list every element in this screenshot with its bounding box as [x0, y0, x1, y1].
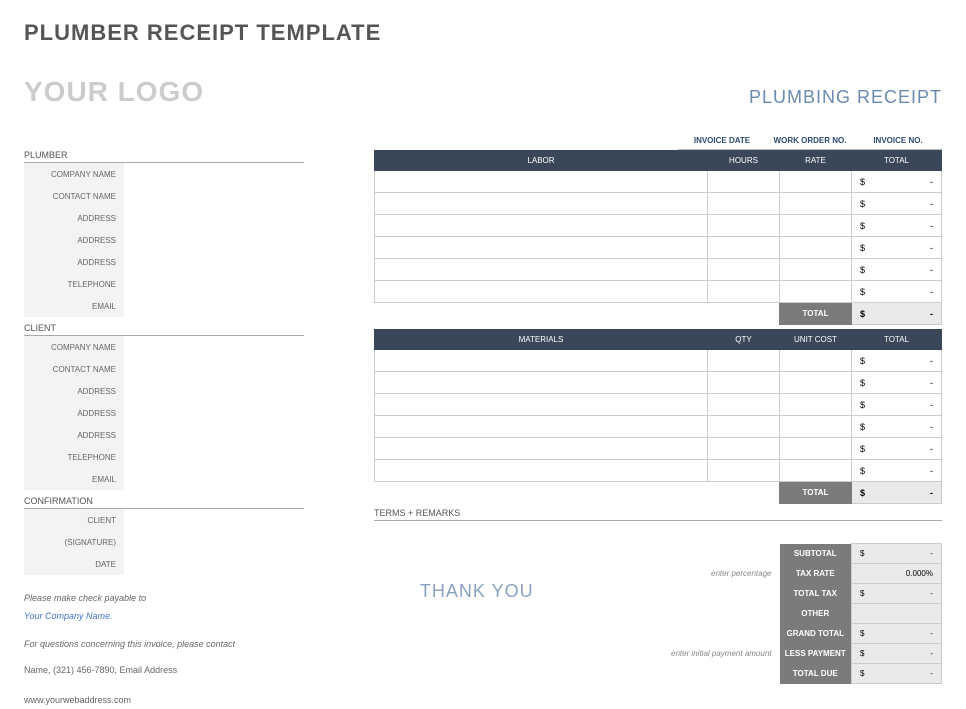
subtotal-label: SUBTOTAL	[780, 544, 852, 564]
confirmation-client-label: CLIENT	[24, 509, 124, 531]
invoice-meta: INVOICE DATE WORK ORDER NO. INVOICE NO.	[678, 132, 942, 150]
materials-header-total: TOTAL	[852, 330, 942, 350]
payable-web: www.yourwebaddress.com	[24, 691, 304, 709]
client-address1-label: ADDRESS	[24, 380, 124, 402]
labor-table: LABOR HOURS RATE TOTAL $- $- $- $- $- $-…	[374, 150, 942, 325]
plumber-contact-label: CONTACT NAME	[24, 185, 124, 207]
table-row[interactable]: $-	[375, 259, 942, 281]
plumber-company-label: COMPANY NAME	[24, 163, 124, 185]
table-row[interactable]: $-	[375, 237, 942, 259]
materials-total-label: TOTAL	[780, 482, 852, 504]
labor-header-main: LABOR	[375, 151, 708, 171]
plumber-contact-value[interactable]	[124, 185, 304, 207]
totaltax-label: TOTAL TAX	[780, 584, 852, 604]
client-contact-value[interactable]	[124, 358, 304, 380]
summary-table: SUBTOTAL$- enter percentageTAX RATE0.000…	[580, 543, 943, 684]
lesspayment-label: LESS PAYMENT	[780, 644, 852, 664]
plumber-address2-label: ADDRESS	[24, 229, 124, 251]
table-row[interactable]: $-	[375, 372, 942, 394]
plumber-address1-value[interactable]	[124, 207, 304, 229]
plumber-telephone-label: TELEPHONE	[24, 273, 124, 295]
table-row[interactable]: $-	[375, 193, 942, 215]
totaldue-label: TOTAL DUE	[780, 664, 852, 684]
table-row[interactable]: $-	[375, 394, 942, 416]
client-address2-label: ADDRESS	[24, 402, 124, 424]
totaltax-value: $-	[852, 584, 942, 604]
grandtotal-label: GRAND TOTAL	[780, 624, 852, 644]
table-row[interactable]: $-	[375, 171, 942, 193]
taxrate-value[interactable]: 0.000%	[852, 564, 942, 584]
logo-placeholder: YOUR LOGO	[24, 76, 204, 108]
page-title: PLUMBER RECEIPT TEMPLATE	[24, 20, 942, 46]
confirmation-client-value[interactable]	[124, 509, 304, 531]
plumber-email-label: EMAIL	[24, 295, 124, 317]
confirmation-section-header: CONFIRMATION	[24, 496, 304, 509]
labor-total-value: $-	[852, 303, 942, 325]
lesspayment-hint: enter initial payment amount	[580, 644, 780, 664]
client-company-value[interactable]	[124, 336, 304, 358]
other-label: OTHER	[780, 604, 852, 624]
terms-header: TERMS + REMARKS	[374, 508, 942, 521]
payable-contact-info: Name, (321) 456-7890, Email Address	[24, 661, 304, 679]
client-address3-label: ADDRESS	[24, 424, 124, 446]
taxrate-label: TAX RATE	[780, 564, 852, 584]
plumber-address1-label: ADDRESS	[24, 207, 124, 229]
confirmation-date-value[interactable]	[124, 553, 304, 575]
payable-contact-line: For questions concerning this invoice, p…	[24, 635, 304, 653]
totaldue-value: $-	[852, 664, 942, 684]
confirmation-signature-label: (SIGNATURE)	[24, 531, 124, 553]
client-telephone-label: TELEPHONE	[24, 446, 124, 468]
plumber-address3-value[interactable]	[124, 251, 304, 273]
table-row[interactable]: $-	[375, 416, 942, 438]
payable-line1: Please make check payable to	[24, 589, 304, 607]
labor-header-rate: RATE	[780, 151, 852, 171]
labor-header-hours: HOURS	[708, 151, 780, 171]
payable-company: Your Company Name.	[24, 607, 304, 625]
table-row[interactable]: $-	[375, 281, 942, 303]
client-telephone-value[interactable]	[124, 446, 304, 468]
client-contact-label: CONTACT NAME	[24, 358, 124, 380]
table-row[interactable]: $-	[375, 460, 942, 482]
plumber-company-value[interactable]	[124, 163, 304, 185]
plumber-address2-value[interactable]	[124, 229, 304, 251]
client-email-label: EMAIL	[24, 468, 124, 490]
table-row[interactable]: $-	[375, 215, 942, 237]
labor-total-label: TOTAL	[780, 303, 852, 325]
client-address2-value[interactable]	[124, 402, 304, 424]
table-row[interactable]: $-	[375, 350, 942, 372]
invoice-date-label: INVOICE DATE	[678, 132, 766, 150]
work-order-label: WORK ORDER NO.	[766, 132, 854, 150]
client-section-header: CLIENT	[24, 323, 304, 336]
client-address3-value[interactable]	[124, 424, 304, 446]
other-value[interactable]	[852, 604, 942, 624]
client-email-value[interactable]	[124, 468, 304, 490]
subtotal-value: $-	[852, 544, 942, 564]
confirmation-date-label: DATE	[24, 553, 124, 575]
labor-header-total: TOTAL	[852, 151, 942, 171]
materials-table: MATERIALS QTY UNIT COST TOTAL $- $- $- $…	[374, 329, 942, 504]
lesspayment-value[interactable]: $-	[852, 644, 942, 664]
payable-block: Please make check payable to Your Compan…	[24, 589, 304, 709]
materials-header-unit: UNIT COST	[780, 330, 852, 350]
materials-total-value: $-	[852, 482, 942, 504]
plumber-section-header: PLUMBER	[24, 150, 304, 163]
taxrate-hint: enter percentage	[580, 564, 780, 584]
materials-header-qty: QTY	[708, 330, 780, 350]
grandtotal-value: $-	[852, 624, 942, 644]
invoice-no-label: INVOICE NO.	[854, 132, 942, 150]
receipt-heading: PLUMBING RECEIPT	[749, 87, 942, 108]
confirmation-signature-value[interactable]	[124, 531, 304, 553]
materials-header-main: MATERIALS	[375, 330, 708, 350]
plumber-address3-label: ADDRESS	[24, 251, 124, 273]
table-row[interactable]: $-	[375, 438, 942, 460]
plumber-email-value[interactable]	[124, 295, 304, 317]
client-address1-value[interactable]	[124, 380, 304, 402]
plumber-telephone-value[interactable]	[124, 273, 304, 295]
client-company-label: COMPANY NAME	[24, 336, 124, 358]
